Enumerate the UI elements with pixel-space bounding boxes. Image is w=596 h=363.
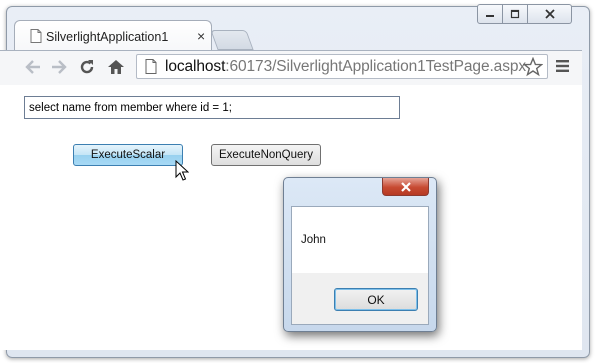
minimize-button[interactable] xyxy=(477,4,503,24)
window-close-button[interactable] xyxy=(528,4,572,24)
query-input[interactable] xyxy=(24,96,400,119)
forward-icon xyxy=(52,60,67,74)
back-button[interactable] xyxy=(22,56,44,78)
maximize-icon xyxy=(510,9,520,19)
tab-close-icon[interactable]: × xyxy=(197,29,205,43)
minimize-icon xyxy=(486,15,494,17)
back-icon xyxy=(25,60,40,74)
url-text[interactable]: localhost:60173/SilverlightApplication1T… xyxy=(165,58,526,76)
url-host: localhost xyxy=(165,58,226,75)
page-icon xyxy=(30,29,42,43)
tab-title: SilverlightApplication1 xyxy=(46,30,169,44)
execute-nonquery-button[interactable]: ExecuteNonQuery xyxy=(211,144,321,166)
mouse-cursor-icon xyxy=(175,160,189,181)
home-icon xyxy=(108,60,124,74)
maximize-button[interactable] xyxy=(503,4,528,24)
page-icon xyxy=(145,59,157,74)
dialog-close-button[interactable] xyxy=(382,178,429,196)
execute-scalar-button[interactable]: ExecuteScalar xyxy=(73,144,183,166)
bookmark-star-icon[interactable] xyxy=(523,57,543,77)
message-text: John xyxy=(301,234,326,246)
new-tab-button[interactable] xyxy=(210,30,254,50)
home-button[interactable] xyxy=(105,56,127,78)
close-icon xyxy=(544,9,555,19)
close-icon xyxy=(400,181,411,192)
menu-icon[interactable] xyxy=(555,59,571,73)
reload-button[interactable] xyxy=(76,56,98,78)
url-path: :60173/SilverlightApplication1TestPage.a… xyxy=(225,58,527,75)
ok-button[interactable]: OK xyxy=(334,288,418,311)
reload-icon xyxy=(80,60,94,74)
forward-button[interactable] xyxy=(48,56,70,78)
